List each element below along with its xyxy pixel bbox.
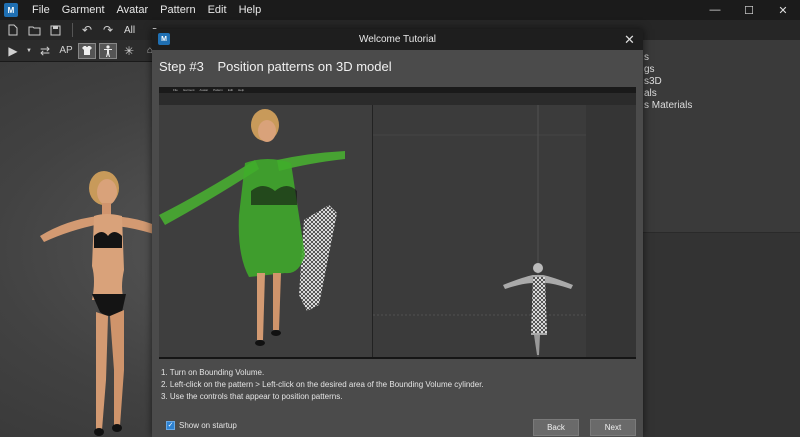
panel-item[interactable]: gs (644, 64, 655, 75)
menu-help[interactable]: Help (233, 0, 268, 20)
tutorial-menu-item: Garment (182, 88, 195, 92)
tutorial-2d-pattern-image (373, 105, 587, 358)
dialog-titlebar: M Welcome Tutorial ✕ (152, 29, 643, 50)
sparkle-icon[interactable]: ✳ (120, 43, 138, 59)
tutorial-3d-avatar-image (159, 109, 345, 346)
open-folder-icon[interactable] (25, 22, 43, 38)
step-heading: Step #3 Position patterns on 3D model (159, 59, 392, 74)
new-file-icon[interactable] (4, 22, 22, 38)
next-button[interactable]: Next (590, 419, 636, 436)
instructions-list: 1. Turn on Bounding Volume. 2. Left-clic… (161, 367, 484, 403)
chevron-down-icon[interactable]: ▼ (25, 43, 33, 59)
back-button[interactable]: Back (533, 419, 579, 436)
maximize-button[interactable]: ☐ (732, 0, 766, 20)
undo-scope-value: All (124, 24, 136, 36)
menu-bar: M File Garment Avatar Pattern Edit Help … (0, 0, 800, 20)
property-editor-panel (642, 232, 800, 437)
tutorial-menu-item: File (173, 88, 178, 92)
menu-avatar[interactable]: Avatar (111, 0, 155, 20)
garment-icon[interactable] (78, 42, 96, 59)
tutorial-mini-toolbar (159, 93, 636, 105)
play-icon[interactable]: ▶ (4, 43, 22, 59)
close-window-button[interactable]: ✕ (766, 0, 800, 20)
panel-item[interactable]: s (644, 52, 649, 63)
checkmark-icon[interactable]: ✓ (166, 421, 175, 430)
show-on-startup-checkbox[interactable]: ✓ Show on startup (166, 421, 237, 430)
menu-edit[interactable]: Edit (202, 0, 233, 20)
dialog-title: Welcome Tutorial (358, 34, 437, 45)
instruction-line: 1. Turn on Bounding Volume. (161, 368, 265, 377)
tutorial-menu-item: Help (238, 88, 245, 92)
panel-item[interactable]: als (644, 88, 657, 99)
show-on-startup-label: Show on startup (179, 421, 237, 430)
dialog-close-button[interactable]: ✕ (622, 32, 637, 47)
step-number: Step #3 (159, 59, 204, 74)
panel-item[interactable]: s Materials (644, 100, 692, 111)
app-logo-icon: M (158, 33, 170, 45)
step-title: Position patterns on 3D model (217, 59, 392, 74)
instruction-line: 2. Left-click on the pattern > Left-clic… (161, 380, 484, 389)
menu-garment[interactable]: Garment (56, 0, 111, 20)
menu-pattern[interactable]: Pattern (154, 0, 201, 20)
undo-icon[interactable]: ↶ (78, 22, 96, 38)
window-controls: — ☐ ✕ (698, 0, 800, 20)
panel-item[interactable]: s3D (644, 76, 662, 87)
redo-icon[interactable]: ↷ (99, 22, 117, 38)
avatar-icon[interactable] (99, 42, 117, 59)
tutorial-image: File Garment Avatar Pattern Edit Help (159, 87, 636, 358)
tutorial-menu-item: Pattern (213, 88, 223, 92)
toolbar-separator (72, 23, 73, 37)
tutorial-2d-pattern-window (372, 105, 587, 358)
save-icon[interactable] (46, 22, 64, 38)
object-browser-panel: s gs s3D als s Materials (642, 40, 800, 437)
tutorial-menu-item: Avatar (199, 88, 209, 92)
tutorial-image-divider (159, 357, 636, 359)
app-window: M File Garment Avatar Pattern Edit Help … (0, 0, 800, 437)
tutorial-menu-item: Edit (227, 88, 233, 92)
instruction-line: 3. Use the controls that appear to posit… (161, 392, 343, 401)
welcome-tutorial-dialog: M Welcome Tutorial ✕ Step #3 Position pa… (152, 29, 643, 437)
swap-icon[interactable]: ⇄ (36, 43, 54, 59)
minimize-button[interactable]: — (698, 0, 732, 20)
ap-label[interactable]: AP (57, 43, 75, 59)
tutorial-side-panel (586, 105, 636, 358)
menu-file[interactable]: File (26, 0, 56, 20)
avatar-model-image (40, 171, 162, 436)
app-logo-icon: M (4, 3, 18, 17)
